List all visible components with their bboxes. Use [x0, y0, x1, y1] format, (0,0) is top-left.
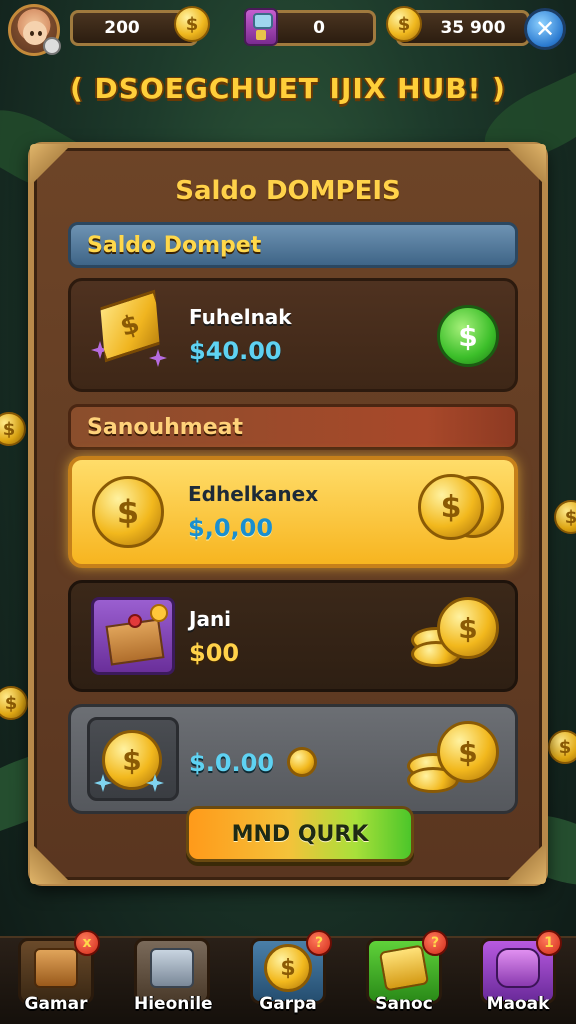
crate-icon — [34, 948, 78, 988]
close-button[interactable]: ✕ — [524, 8, 566, 50]
coin-count: 200 — [104, 18, 140, 38]
item-name: Edhelkanex — [188, 482, 319, 506]
nav-label: Garpa — [259, 994, 317, 1014]
nav-badge: x — [74, 930, 100, 956]
gem-counter: 0 — [262, 10, 376, 46]
nav-badge: 1 — [536, 930, 562, 956]
avatar-eye — [30, 31, 34, 36]
item-amount: $00 — [189, 639, 240, 667]
gold-coin-icon: $ — [437, 597, 499, 659]
panel-title: Saldo DOMPEIS — [175, 176, 401, 206]
floating-coin-decoration: $ — [548, 730, 576, 764]
nav-item-hieonile[interactable]: Hieonile — [134, 938, 213, 1022]
nav-label: Maoak — [486, 994, 550, 1014]
floating-coin-decoration: $ — [0, 412, 26, 446]
nav-badge: ? — [422, 930, 448, 956]
small-coin-icon — [287, 747, 317, 777]
wallet-item-card[interactable]: Jani $00 $ — [68, 580, 518, 692]
item-amount: $40.00 — [189, 337, 282, 365]
wallet-panel: Saldo DOMPEIS Saldo Dompet $ Fuhelnak $4… — [28, 142, 548, 886]
gold-bar-icon — [378, 944, 430, 992]
gold-coin-icon: $ — [437, 721, 499, 783]
floating-coin-decoration: $ — [554, 500, 576, 534]
top-hud: 200 $ 0 35 900 $ ✕ — [0, 0, 576, 60]
item-amount: $,0,00 — [188, 514, 274, 542]
coin-stack-icon: $ — [386, 6, 422, 42]
wallet-item-card[interactable]: $ Fuhelnak $40.00 $ — [68, 278, 518, 392]
wallet-item-card[interactable]: $ $.0.00 $ — [68, 704, 518, 814]
coin-icon: $ — [264, 944, 312, 992]
section-wallet-label: Saldo Dompet — [87, 232, 262, 258]
item-name: Jani — [189, 607, 232, 631]
coin-symbol: $ — [185, 13, 199, 35]
section-header-other: Sanouhmeat — [68, 404, 518, 450]
main-action-button[interactable]: MND QURK — [186, 806, 414, 862]
gem-chest-icon — [244, 8, 278, 46]
sparkle-icon — [149, 349, 167, 367]
section-header-wallet: Saldo Dompet — [68, 222, 518, 268]
nav-badge: ? — [306, 930, 332, 956]
gift-box-icon — [91, 597, 175, 675]
coin-stack-icon: $ — [418, 474, 484, 540]
nav-item-sanoc[interactable]: ? Sanoc — [366, 930, 448, 1022]
nav-item-garpa[interactable]: $ ? Garpa — [250, 930, 332, 1022]
nav-item-maoak[interactable]: 1 Maoak — [480, 930, 562, 1022]
gem-count: 0 — [313, 18, 325, 38]
coin-symbol: $ — [397, 13, 411, 35]
player-avatar[interactable] — [8, 4, 61, 56]
section-other-label: Sanouhmeat — [87, 414, 243, 440]
main-action-label: MND QURK — [231, 821, 369, 847]
nav-item-gamar[interactable]: x Gamar — [18, 930, 100, 1022]
collect-coin-button[interactable]: $ — [437, 305, 499, 367]
item-name: Fuhelnak — [189, 305, 292, 329]
avatar-badge — [43, 37, 61, 55]
extra-count: 35 900 — [440, 18, 506, 38]
chest-icon — [150, 948, 194, 988]
item-amount: $.0.00 — [189, 749, 275, 777]
panel-corner-ornament — [30, 842, 72, 884]
avatar-eye — [38, 31, 42, 36]
gold-coin-icon: $ — [92, 476, 164, 548]
gem-icon — [496, 948, 540, 988]
floating-coin-decoration: $ — [0, 686, 28, 720]
bottom-nav: x Gamar Hieonile $ ? Garpa ? Sanoc 1 Mao… — [0, 930, 576, 1024]
gift-ribbon — [128, 614, 142, 628]
nav-label: Sanoc — [375, 994, 433, 1014]
nav-label: Hieonile — [134, 994, 213, 1014]
gift-coin-dot — [150, 604, 168, 622]
coin-icon: $ — [174, 6, 210, 42]
wallet-item-card-selected[interactable]: $ Edhelkanex $,0,00 $ $ — [68, 456, 518, 568]
panel-corner-ornament — [504, 842, 546, 884]
hub-title: ( DSOEGCHUET IJIX HUB! ) — [70, 72, 506, 105]
nav-label: Gamar — [24, 994, 88, 1014]
silver-frame: $ — [87, 717, 179, 801]
